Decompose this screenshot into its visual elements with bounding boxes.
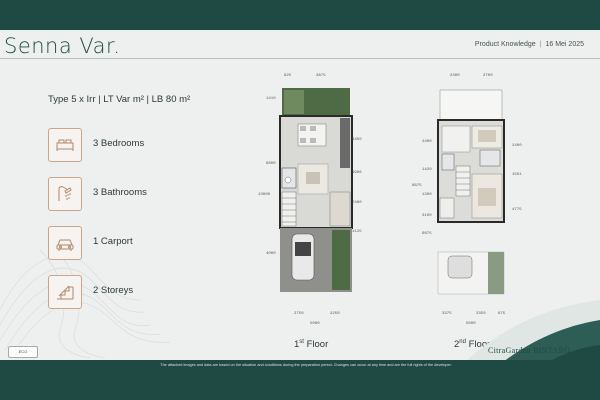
feature-label: 2 Storeys: [93, 285, 134, 296]
product-knowledge-label: Product Knowledge | 16 Mei 2025: [475, 41, 584, 48]
shower-icon: [48, 177, 82, 211]
dimension-label: 925: [284, 74, 292, 78]
feature-label: 3 Bathrooms: [93, 187, 147, 198]
dimension-label: 1300: [422, 193, 432, 197]
feature-label: 3 Bedrooms: [93, 138, 145, 149]
dimension-label: 2300: [450, 74, 460, 78]
disclaimer-text: The attached images and data are based o…: [160, 363, 452, 367]
stairs-icon: [48, 275, 82, 309]
dimension-label: 2480: [352, 201, 362, 205]
type-spec: Type 5 x Irr | LT Var m² | LB 80 m²: [48, 94, 191, 105]
dimension-label: 6875: [422, 232, 432, 236]
date-text: 16 Mei 2025: [545, 41, 584, 48]
feature-label: 1 Carport: [93, 236, 133, 247]
dimension-label: 3450: [352, 138, 362, 142]
second-floor-plan: [437, 89, 505, 295]
dimension-label: 5000: [310, 322, 320, 326]
slide: Senna Var. Product Knowledge | 16 Mei 2025…: [0, 0, 600, 400]
dimension-label: 2400: [422, 140, 432, 144]
eco-badge: ECO: [8, 346, 38, 358]
dimension-label: 1115: [352, 230, 362, 234]
floor-word: Floor: [306, 339, 329, 351]
dimension-label: 3100: [422, 214, 432, 218]
dimension-label: 4000: [266, 252, 276, 256]
dimension-label: 2400: [512, 144, 522, 148]
feature-bedrooms: 3 Bedrooms: [48, 128, 208, 162]
first-floor-plan: [279, 88, 353, 292]
dimension-label: 2700: [483, 74, 493, 78]
brand-logo-text: CitraGarden BINTARO: [488, 346, 571, 355]
title-divider: [0, 58, 600, 59]
car-icon: [48, 226, 82, 260]
page-title: Senna Var.: [4, 34, 121, 58]
dimension-label: 2250: [330, 312, 340, 316]
dimension-label: 1501: [512, 173, 522, 177]
separator: |: [539, 41, 542, 48]
dimension-label: 8875: [412, 184, 422, 188]
feature-bathrooms: 3 Bathrooms: [48, 177, 208, 211]
dimension-label: 13000: [258, 193, 271, 197]
dimension-label: 4775: [512, 208, 522, 212]
first-floor-label: 1st Floor: [294, 339, 328, 350]
dimension-label: 1906: [352, 171, 362, 175]
feature-storeys: 2 Storeys: [48, 275, 208, 309]
bed-icon: [48, 128, 82, 162]
top-bar: [0, 0, 600, 30]
floor-suffix: st: [299, 339, 304, 345]
dimension-label: 1410: [266, 97, 276, 101]
dimension-label: 1420: [422, 168, 432, 172]
product-knowledge-text: Product Knowledge: [474, 41, 536, 48]
dimension-label: 3875: [316, 74, 326, 78]
feature-carport: 1 Carport: [48, 226, 208, 260]
dimension-label: 2750: [294, 312, 304, 316]
dimension-label: 6800: [266, 162, 276, 166]
